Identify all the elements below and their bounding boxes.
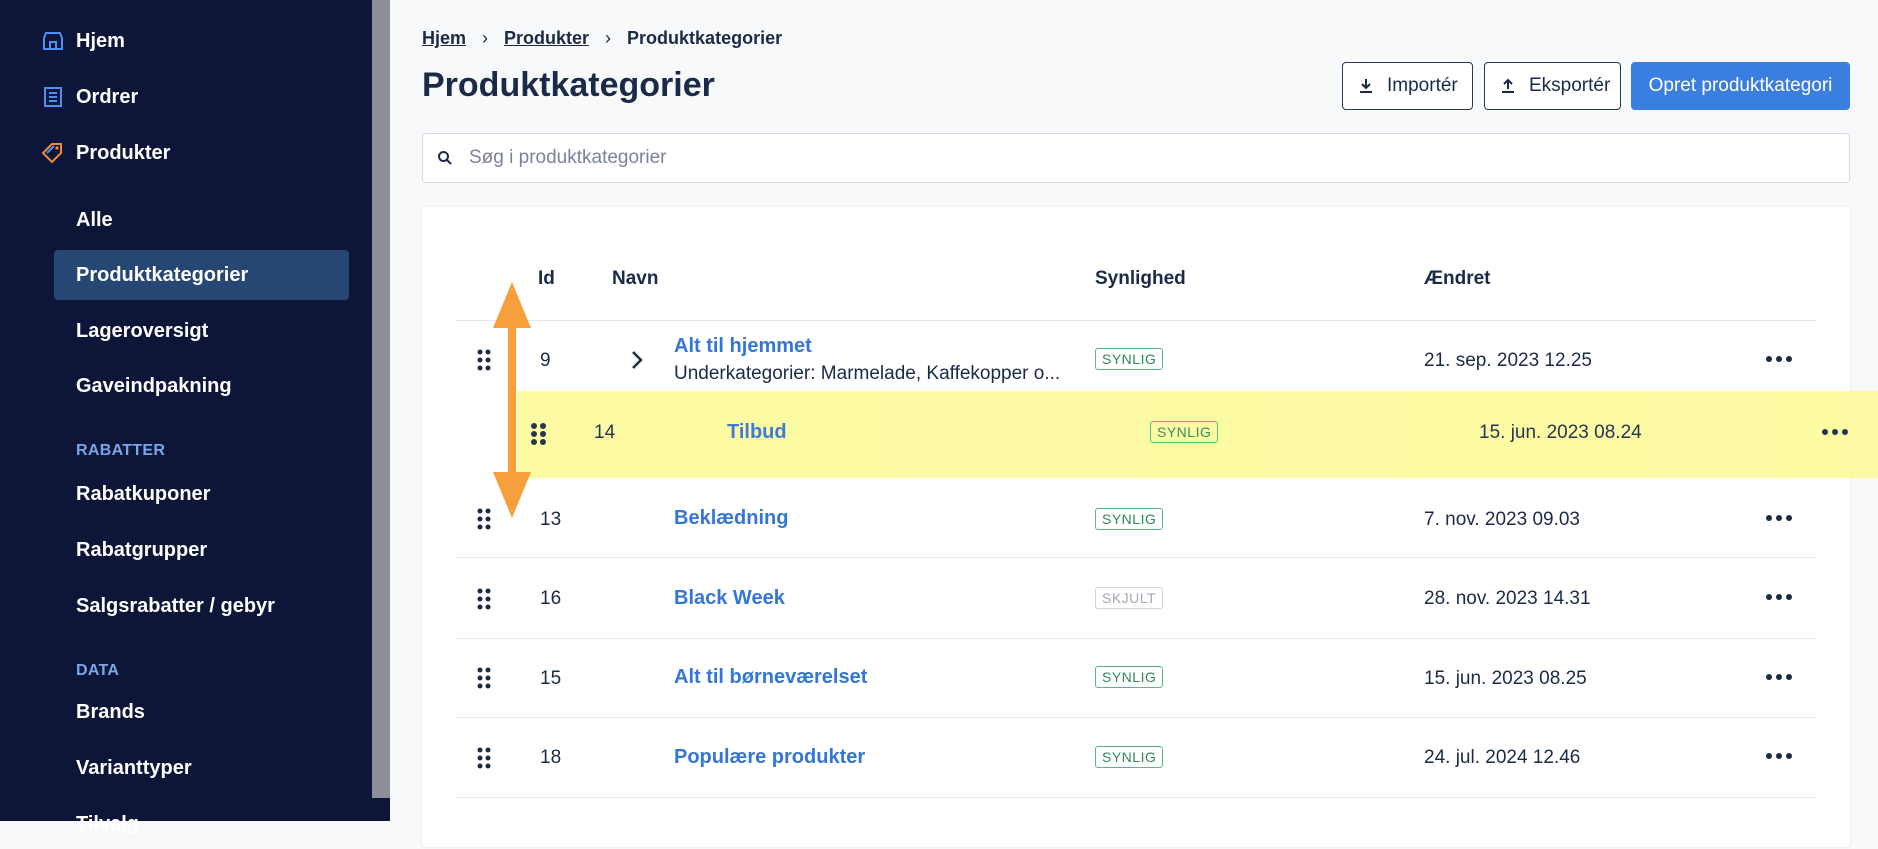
upload-icon [1501,78,1515,94]
section-heading-rabatter: RABATTER [76,442,166,459]
row-id: 13 [540,509,562,530]
sidebar: Hjem Ordrer Produkter Alle Produktkatego… [0,0,372,835]
column-header-changed[interactable]: Ændret [1424,268,1491,290]
nav-item-products[interactable]: Produkter [0,129,372,177]
dragging-row[interactable]: 14 Tilbud SYNLIG 15. jun. 2023 08.24 [517,391,1878,478]
row-name-link[interactable]: Beklædning [674,507,788,530]
drag-handle-icon[interactable] [476,746,492,770]
row-changed: 7. nov. 2023 09.03 [1424,509,1580,530]
status-badge: SYNLIG [1095,746,1164,768]
divider [456,557,1816,558]
sidebar-item-coupons[interactable]: Rabatkuponer [54,469,349,519]
breadcrumb: Hjem › Produkter › Produktkategorier [422,28,782,49]
column-header-id[interactable]: Id [538,268,555,290]
breadcrumb-current: Produktkategorier [627,28,783,48]
row-name-link[interactable]: Black Week [674,587,785,610]
chevron-right-icon: › [482,28,489,48]
status-badge: SYNLIG [1095,666,1164,688]
row-changed: 15. jun. 2023 08.25 [1424,668,1587,689]
page-title: Produktkategorier [422,66,715,104]
sidebar-item-all[interactable]: Alle [54,195,349,245]
row-id: 14 [594,422,616,443]
download-icon [1359,78,1373,94]
sidebar-item-discount-groups[interactable]: Rabatgrupper [54,525,349,575]
divider [456,638,1816,639]
store-icon [40,29,66,53]
nav-item-orders[interactable]: Ordrer [0,73,372,121]
drag-handle-icon[interactable] [476,348,492,372]
section-heading-data: DATA [76,662,120,679]
row-name-link[interactable]: Populære produkter [674,746,865,769]
breadcrumb-home[interactable]: Hjem [422,28,466,49]
row-id: 15 [540,668,562,689]
sidebar-item-gift-wrap[interactable]: Gaveindpakning [54,361,349,411]
more-options-icon[interactable] [1822,429,1848,437]
orders-icon [40,85,66,109]
more-options-icon[interactable] [1766,753,1792,761]
drag-direction-arrow-icon [493,282,531,518]
column-header-name[interactable]: Navn [612,268,658,290]
sidebar-item-brands[interactable]: Brands [54,687,349,737]
row-changed: 24. jul. 2024 12.46 [1424,747,1581,768]
grab-cursor-icon [531,423,546,445]
sidebar-item-inventory[interactable]: Lageroversigt [54,306,349,356]
sidebar-item-addons[interactable]: Tilvalg [54,799,349,849]
sidebar-item-sales-discounts[interactable]: Salgsrabatter / gebyr [54,581,349,631]
row-changed: 21. sep. 2023 12.25 [1424,350,1592,371]
more-options-icon[interactable] [1766,515,1792,523]
import-button[interactable]: Importér [1342,62,1473,110]
status-badge: SYNLIG [1095,508,1164,530]
status-badge: SYNLIG [1150,421,1219,443]
drag-handle-icon[interactable] [476,507,492,531]
row-subcategories: Underkategorier: Marmelade, Kaffekopper … [674,363,1061,384]
row-changed: 28. nov. 2023 14.31 [1424,588,1591,609]
search-input[interactable] [467,146,1771,170]
row-name-link[interactable]: Tilbud [727,421,787,444]
breadcrumb-products[interactable]: Produkter [504,28,589,49]
create-category-button[interactable]: Opret produktkategori [1631,62,1850,110]
drag-handle-icon[interactable] [476,666,492,690]
column-header-visibility[interactable]: Synlighed [1095,268,1186,290]
row-id: 16 [540,588,562,609]
status-badge: SKJULT [1095,587,1164,609]
row-id: 9 [540,350,551,371]
more-options-icon[interactable] [1766,674,1792,682]
sidebar-scrollbar[interactable] [372,0,390,798]
search-box[interactable] [422,133,1850,183]
status-badge: SYNLIG [1095,348,1164,370]
drag-handle-icon[interactable] [476,587,492,611]
chevron-right-icon[interactable] [630,350,644,370]
divider [456,320,1816,321]
row-id: 18 [540,747,562,768]
tag-icon [40,141,66,165]
export-button[interactable]: Eksportér [1484,62,1621,110]
search-icon [437,150,453,166]
chevron-right-icon: › [605,28,612,48]
divider [456,717,1816,718]
sidebar-scrollbar-gap [372,798,390,821]
more-options-icon[interactable] [1766,594,1792,602]
row-name-link[interactable]: Alt til børneværelset [674,666,867,689]
more-options-icon[interactable] [1766,356,1792,364]
divider [456,797,1816,798]
nav-item-home[interactable]: Hjem [0,17,372,65]
row-name-link[interactable]: Alt til hjemmet [674,335,812,358]
sidebar-item-variant-types[interactable]: Varianttyper [54,743,349,793]
row-changed: 15. jun. 2023 08.24 [1479,422,1642,443]
sidebar-item-product-categories[interactable]: Produktkategorier [54,250,349,300]
